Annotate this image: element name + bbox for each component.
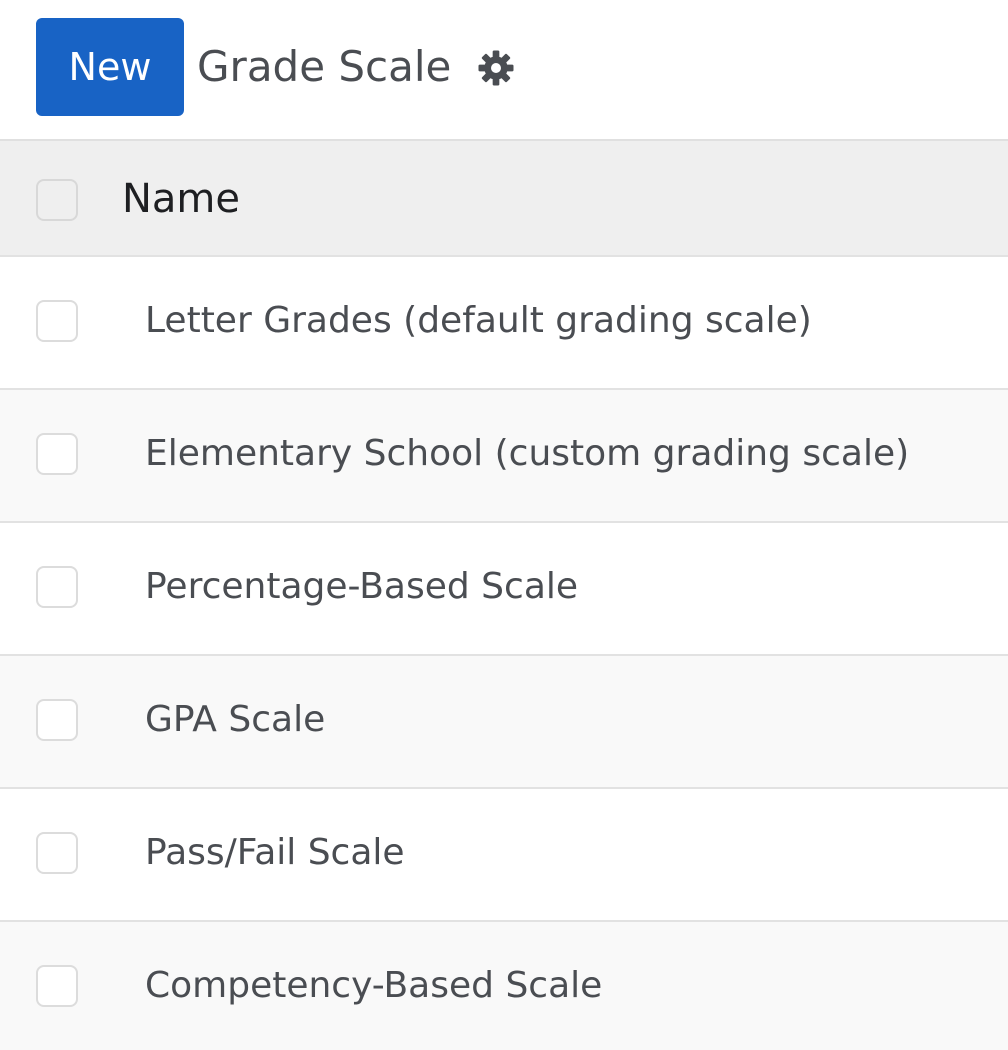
- table-row[interactable]: GPA Scale: [0, 656, 1008, 789]
- table-row[interactable]: Pass/Fail Scale: [0, 789, 1008, 922]
- gear-icon[interactable]: [476, 48, 516, 88]
- row-name: Competency-Based Scale: [145, 965, 603, 1006]
- row-checkbox[interactable]: [36, 433, 78, 475]
- row-checkbox[interactable]: [36, 300, 78, 342]
- table-row[interactable]: Percentage-Based Scale: [0, 523, 1008, 656]
- row-name: Percentage-Based Scale: [145, 566, 579, 607]
- row-name: Letter Grades (default grading scale): [145, 300, 812, 341]
- row-name: Pass/Fail Scale: [145, 832, 405, 873]
- row-name: GPA Scale: [145, 699, 326, 740]
- row-name: Elementary School (custom grading scale): [145, 433, 910, 474]
- row-checkbox[interactable]: [36, 699, 78, 741]
- table-header: Name: [0, 141, 1008, 257]
- page-title: Grade Scale: [197, 42, 452, 91]
- column-header-name[interactable]: Name: [122, 173, 240, 225]
- table-row[interactable]: Letter Grades (default grading scale): [0, 257, 1008, 390]
- control-panel: New Grade Scale: [0, 0, 1008, 141]
- row-checkbox[interactable]: [36, 566, 78, 608]
- new-button[interactable]: New: [36, 18, 184, 116]
- table-row[interactable]: Elementary School (custom grading scale): [0, 390, 1008, 523]
- table-row[interactable]: Competency-Based Scale: [0, 922, 1008, 1050]
- row-checkbox[interactable]: [36, 965, 78, 1007]
- select-all-checkbox[interactable]: [36, 179, 78, 221]
- row-checkbox[interactable]: [36, 832, 78, 874]
